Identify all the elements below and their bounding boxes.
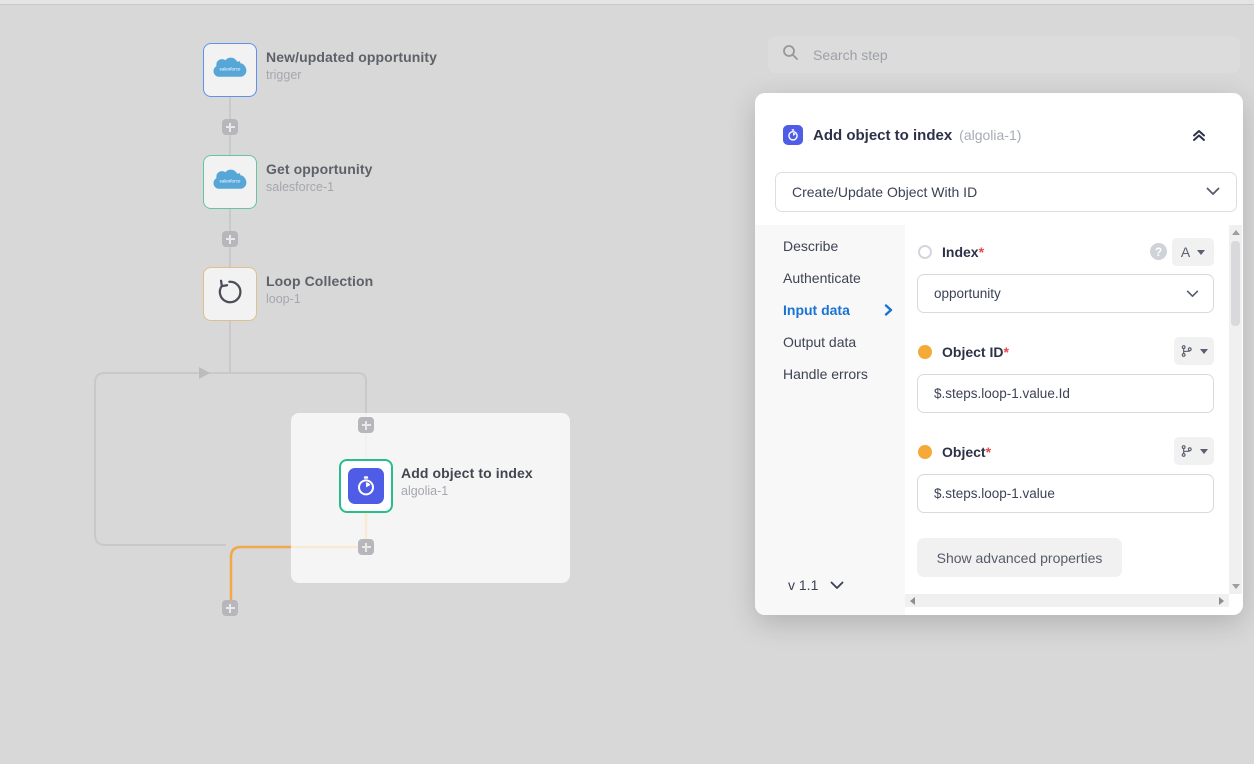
tab-describe[interactable]: Describe <box>783 236 901 256</box>
loop-body-container <box>291 413 570 583</box>
add-step-button[interactable] <box>358 539 374 555</box>
version-label: v 1.1 <box>788 577 818 593</box>
operation-select-value: Create/Update Object With ID <box>792 184 1206 200</box>
salesforce-icon: salesforce <box>210 53 250 88</box>
object-id-input[interactable] <box>918 375 1213 412</box>
object-field <box>917 474 1214 513</box>
caret-down-icon <box>1200 349 1208 354</box>
scroll-up-arrow[interactable] <box>1232 230 1240 235</box>
step-properties-panel: Add object to index (algolia-1) Create/U… <box>755 93 1243 615</box>
tab-authenticate[interactable]: Authenticate <box>783 268 901 288</box>
panel-tabs-column: Describe Authenticate Input data Output … <box>755 225 905 615</box>
object-input[interactable] <box>918 475 1213 512</box>
add-step-button[interactable] <box>222 119 238 135</box>
search-step-bar[interactable] <box>768 36 1240 73</box>
caret-down-icon <box>1200 449 1208 454</box>
chevron-down-icon <box>1206 183 1220 201</box>
index-select[interactable]: opportunity <box>917 274 1214 313</box>
panel-header: Add object to index (algolia-1) <box>783 123 1215 147</box>
horizontal-scrollbar[interactable] <box>905 594 1229 607</box>
panel-step-id: (algolia-1) <box>959 127 1021 143</box>
branch-icon <box>1180 344 1193 358</box>
tab-handle-errors[interactable]: Handle errors <box>783 364 901 384</box>
node-subtitle: salesforce-1 <box>266 180 373 194</box>
search-icon <box>782 44 799 66</box>
caret-down-icon <box>1197 250 1205 255</box>
scroll-left-arrow[interactable] <box>910 597 915 605</box>
version-selector[interactable]: v 1.1 <box>788 577 844 593</box>
field-label: Index* <box>942 244 984 260</box>
jsonpath-picker-button[interactable] <box>1174 337 1214 365</box>
algolia-stopwatch-icon <box>783 125 803 145</box>
vertical-scrollbar[interactable] <box>1229 225 1242 594</box>
add-step-button[interactable] <box>222 231 238 247</box>
node-subtitle: trigger <box>266 68 437 82</box>
search-step-input[interactable] <box>813 47 1226 63</box>
tab-input-data[interactable]: Input data <box>783 300 901 320</box>
field-status-badge <box>918 345 932 359</box>
node-title: Add object to index <box>401 465 533 481</box>
chevron-right-icon <box>884 303 893 319</box>
workflow-node-loop-1[interactable] <box>203 267 257 321</box>
jsonpath-picker-button[interactable] <box>1174 437 1214 465</box>
algolia-stopwatch-icon <box>348 468 384 504</box>
field-type-selector[interactable]: A <box>1172 238 1214 266</box>
node-subtitle: algolia-1 <box>401 484 533 498</box>
panel-title: Add object to index <box>813 127 952 144</box>
node-title: Get opportunity <box>266 161 373 177</box>
node-subtitle: loop-1 <box>266 292 373 306</box>
workflow-node-salesforce-1[interactable]: salesforce <box>203 155 257 209</box>
svg-text:salesforce: salesforce <box>220 66 241 71</box>
index-select-value: opportunity <box>934 286 1186 301</box>
collapse-panel-button[interactable] <box>1189 125 1209 145</box>
field-status-badge <box>918 245 932 259</box>
add-step-button[interactable] <box>358 417 374 433</box>
branch-icon <box>1180 444 1193 458</box>
loop-return-arrowhead <box>199 367 210 379</box>
field-status-badge <box>918 445 932 459</box>
scroll-right-arrow[interactable] <box>1219 597 1224 605</box>
svg-text:salesforce: salesforce <box>220 178 241 183</box>
scroll-down-arrow[interactable] <box>1232 584 1240 589</box>
operation-select[interactable]: Create/Update Object With ID <box>775 172 1237 212</box>
vertical-scrollbar-thumb[interactable] <box>1231 241 1240 326</box>
loop-icon <box>214 276 246 313</box>
node-title: New/updated opportunity <box>266 49 437 65</box>
node-title: Loop Collection <box>266 273 373 289</box>
workflow-node-trigger[interactable]: salesforce <box>203 43 257 97</box>
add-step-button[interactable] <box>222 600 238 616</box>
object-id-field <box>917 374 1214 413</box>
show-advanced-properties-button[interactable]: Show advanced properties <box>917 538 1122 577</box>
workflow-node-algolia-1[interactable] <box>339 459 393 513</box>
help-icon[interactable]: ? <box>1150 243 1167 260</box>
chevron-down-icon <box>830 581 844 590</box>
salesforce-icon: salesforce <box>210 165 250 200</box>
field-label: Object ID* <box>942 344 1009 360</box>
tab-output-data[interactable]: Output data <box>783 332 901 352</box>
chevron-down-icon <box>1186 285 1199 303</box>
field-label: Object* <box>942 444 991 460</box>
